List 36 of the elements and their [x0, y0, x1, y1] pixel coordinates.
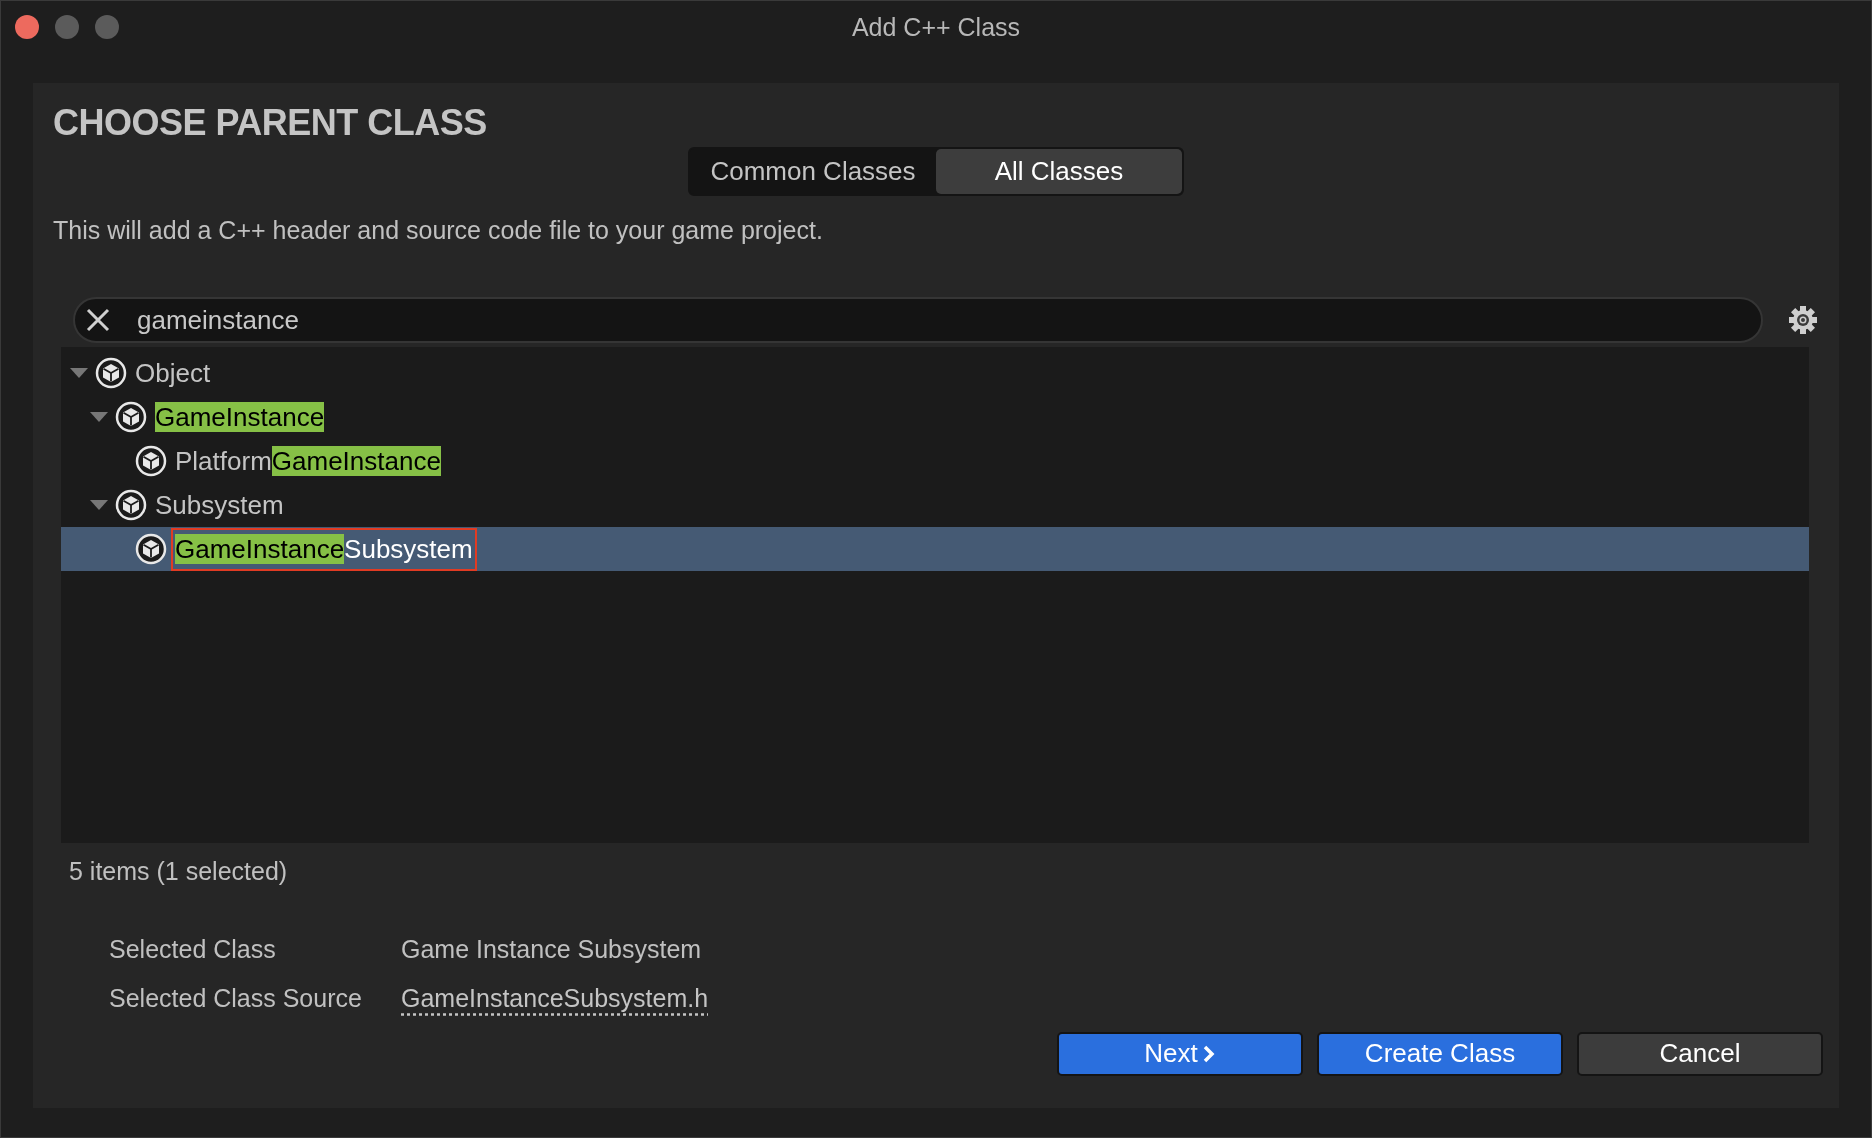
expanded-arrow-icon[interactable] [69, 367, 89, 380]
tree-row[interactable]: Object [61, 351, 1809, 396]
window-title: Add C++ Class [851, 12, 1021, 43]
item-count-text: 5 items (1 selected) [69, 856, 289, 888]
file-link[interactable]: GameInstanceSubsystem.h [401, 980, 709, 1018]
selected-row[interactable]: GameInstanceSubsystem [61, 527, 1809, 572]
tab[interactable]: All Classes [936, 148, 1182, 194]
cancel-button[interactable]: Cancel [1577, 1031, 1823, 1076]
dialog-heading: CHOOSE PARENT CLASS [53, 103, 488, 143]
detail-label: Selected Class Source [109, 983, 362, 1015]
zoom-button[interactable] [95, 15, 119, 39]
tree-row[interactable]: PlatformGameInstance [61, 439, 1809, 484]
create-class-button[interactable]: Create Class [1317, 1031, 1563, 1076]
cube-icon [135, 533, 167, 566]
search-field[interactable]: gameinstance [73, 297, 1763, 344]
cube-icon [135, 445, 167, 478]
cube-icon [115, 401, 147, 434]
next-button[interactable]: Next [1057, 1031, 1303, 1076]
tree-row[interactable]: GameInstance [61, 395, 1809, 440]
close-button[interactable] [15, 15, 39, 39]
cube-icon [115, 489, 147, 522]
expanded-arrow-icon[interactable] [89, 499, 109, 512]
detail-value: Game Instance Subsystem [401, 933, 702, 965]
tab[interactable]: Common Classes [690, 148, 936, 194]
clear-icon[interactable] [85, 307, 111, 334]
detail-label: Selected Class [109, 933, 276, 965]
tree-item-label[interactable]: GameInstanceSubsystem [173, 529, 475, 569]
tree-row[interactable]: Subsystem [61, 483, 1809, 528]
settings-icon[interactable] [1787, 304, 1819, 337]
minimize-button[interactable] [55, 15, 79, 39]
tree-item-label[interactable]: PlatformGameInstance [173, 441, 443, 481]
tree-item-label[interactable]: Subsystem [153, 485, 286, 525]
cube-icon [95, 357, 127, 390]
description-text: This will add a C++ header and source code file to your game project. [53, 214, 824, 246]
expanded-arrow-icon[interactable] [89, 411, 109, 424]
tree-item-label[interactable]: Object [133, 353, 213, 393]
